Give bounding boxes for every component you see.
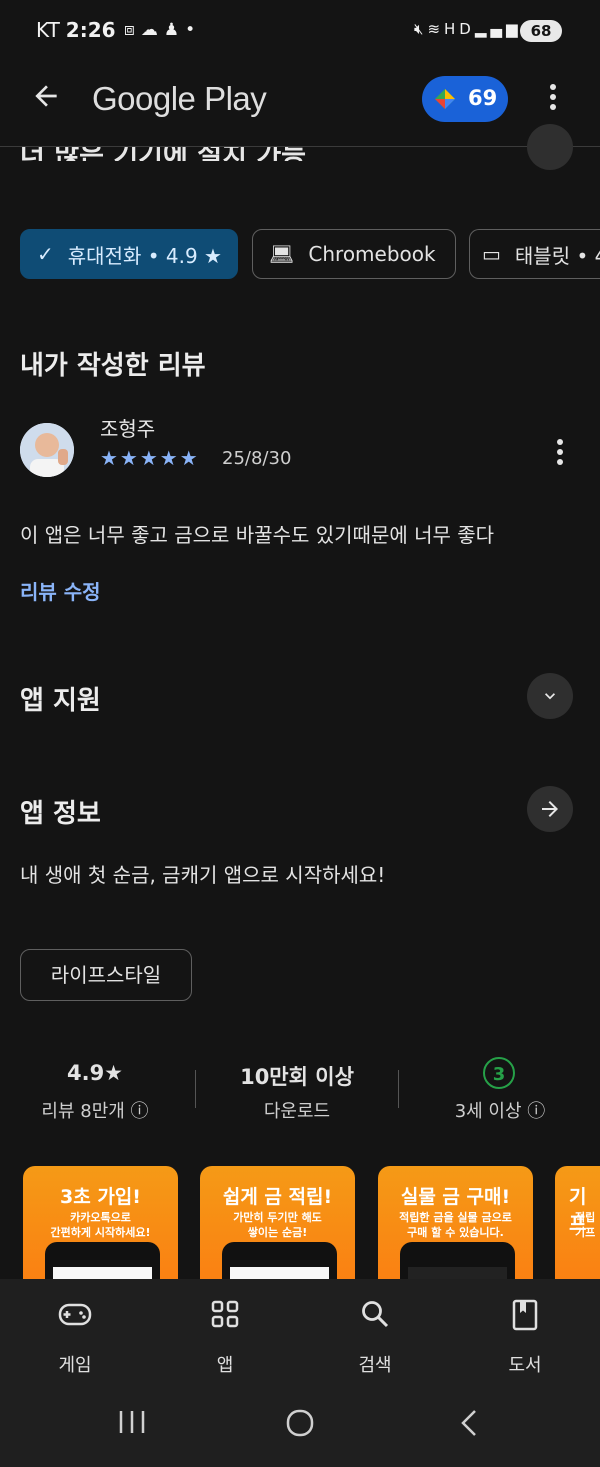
screenshot-2[interactable]: 쉽게 금 적립! 가만히 두기만 해도 쌓이는 순금! <box>200 1166 355 1296</box>
review-text: 이 앱은 너무 좋고 금으로 바꿀수도 있기때문에 너무 좋다 <box>20 523 495 547</box>
downloads-value: 10만회 이상 <box>240 1065 354 1089</box>
age-rating-badge: 3 <box>483 1057 515 1089</box>
chip-tablet-label: 태블릿 • 4 <box>514 243 600 268</box>
expand-chevron-button[interactable] <box>527 124 573 170</box>
back-arrow-icon[interactable] <box>30 80 66 116</box>
tablet-icon: ▭ <box>482 242 501 266</box>
play-points-badge[interactable]: 69 <box>422 76 508 122</box>
screenshot-title: 쉽게 금 적립! <box>222 1186 333 1208</box>
notification-icons: ⧈☁♟• <box>124 20 201 40</box>
wifi-icon: ≋ <box>427 20 445 38</box>
screenshot-subtitle: 가만히 두기만 해도 쌓이는 순금! <box>233 1211 322 1239</box>
screenshot-icon: ⧈ <box>124 20 141 40</box>
screenshot-title: 3초 가입! <box>60 1186 141 1208</box>
screenshot-subtitle: 적립 기프 <box>575 1211 596 1239</box>
screenshot-subtitle: 카카오톡으로 간편하게 시작하세요! <box>50 1211 151 1239</box>
mute-icon: 🔇︎ <box>414 20 428 38</box>
laptop-icon: 💻︎ <box>269 242 295 266</box>
nav-games-label: 게임 <box>58 1355 92 1376</box>
nav-books[interactable]: 도서 <box>475 1299 575 1377</box>
system-back-icon[interactable] <box>458 1408 480 1446</box>
app-support-heading: 앱 지원 <box>20 686 101 716</box>
my-review-heading: 내가 작성한 리뷰 <box>20 351 206 381</box>
play-points-icon <box>435 89 455 109</box>
chip-tablet[interactable]: ▭ 태블릿 • 4 <box>469 229 600 279</box>
downloads-label: 다운로드 <box>263 1101 331 1122</box>
cloud-icon: ☁ <box>140 20 164 40</box>
screenshot-3[interactable]: 실물 금 구매! 적립한 금을 실물 금으로 구매 할 수 있습니다. <box>378 1166 533 1296</box>
book-icon <box>475 1299 575 1339</box>
arrow-right-icon <box>542 801 558 817</box>
nav-apps-label: 앱 <box>216 1355 234 1376</box>
review-more-icon[interactable] <box>551 435 569 469</box>
nav-games[interactable]: 게임 <box>25 1299 125 1377</box>
google-play-title: Google Play <box>92 80 267 117</box>
chip-chromebook-label: Chromebook <box>308 242 436 266</box>
edit-review-link[interactable]: 리뷰 수정 <box>20 576 101 605</box>
hd-icon: HD <box>444 20 475 38</box>
carrier-label: KT <box>36 18 60 42</box>
chip-phone-label: 휴대전화 • 4.9 ★ <box>67 243 222 268</box>
app-bar: Google Play 69 <box>0 62 600 147</box>
screenshot-title: 실물 금 구매! <box>400 1186 511 1208</box>
star-rating: ★★★★★ <box>100 446 200 470</box>
chip-chromebook[interactable]: 💻︎ Chromebook <box>252 229 456 279</box>
screenshot-subtitle: 적립한 금을 실물 금으로 구매 할 수 있습니다. <box>399 1211 512 1239</box>
chevron-down-icon <box>545 693 555 700</box>
partial-section-title: 더 많은 기기에 설치 가능 <box>20 147 306 161</box>
gamepad-icon <box>25 1299 125 1339</box>
status-time: KT 2:26 <box>36 18 116 42</box>
more-notifications-icon: • <box>185 20 202 40</box>
category-tag[interactable]: 라이프스타일 <box>20 949 192 1001</box>
home-icon[interactable] <box>285 1408 315 1446</box>
review-date: 25/8/30 <box>222 448 292 469</box>
screenshot-1[interactable]: 3초 가입! 카카오톡으로 간편하게 시작하세요! <box>23 1166 178 1296</box>
nav-search[interactable]: 검색 <box>325 1299 425 1377</box>
check-icon: ✓ <box>37 242 54 266</box>
system-status-icons: 🔇︎≋HD▂▄▆ <box>414 20 521 38</box>
app-support-expand-button[interactable] <box>527 673 573 719</box>
rating-value: 4.9★ <box>66 1061 124 1085</box>
avatar <box>20 423 74 477</box>
points-value: 69 <box>468 86 498 110</box>
recent-apps-icon[interactable] <box>118 1408 146 1443</box>
nav-books-label: 도서 <box>508 1355 542 1376</box>
clock: 2:26 <box>65 18 116 42</box>
nav-apps[interactable]: 앱 <box>175 1299 275 1377</box>
app-description: 내 생애 첫 순금, 금캐기 앱으로 시작하세요! <box>20 863 386 887</box>
rating-label[interactable]: 리뷰 8만개 ⓘ <box>15 1097 175 1123</box>
age-rating-label[interactable]: 3세 이상 ⓘ <box>420 1097 580 1123</box>
chip-phone[interactable]: ✓ 휴대전화 • 4.9 ★ <box>20 229 238 279</box>
app-info-heading: 앱 정보 <box>20 799 101 829</box>
reviewer-name: 조형주 <box>100 417 156 441</box>
app-info-arrow-button[interactable] <box>527 786 573 832</box>
battery-indicator: 68 <box>520 20 562 42</box>
more-options-icon[interactable] <box>542 80 564 120</box>
screenshot-4[interactable]: 기프 적립 기프 <box>555 1166 600 1296</box>
signal-icon: ▂▄▆ <box>474 20 522 38</box>
stat-divider <box>195 1070 196 1108</box>
nav-search-label: 검색 <box>358 1355 392 1376</box>
keyhole-icon: ♟ <box>163 20 186 40</box>
apps-grid-icon <box>175 1299 275 1339</box>
stat-divider <box>398 1070 399 1108</box>
partial-section-header: 더 많은 기기에 설치 가능 <box>0 147 600 172</box>
status-bar: KT 2:26 ⧈☁♟• 🔇︎≋HD▂▄▆ 68 <box>0 0 600 62</box>
search-icon <box>325 1299 425 1339</box>
